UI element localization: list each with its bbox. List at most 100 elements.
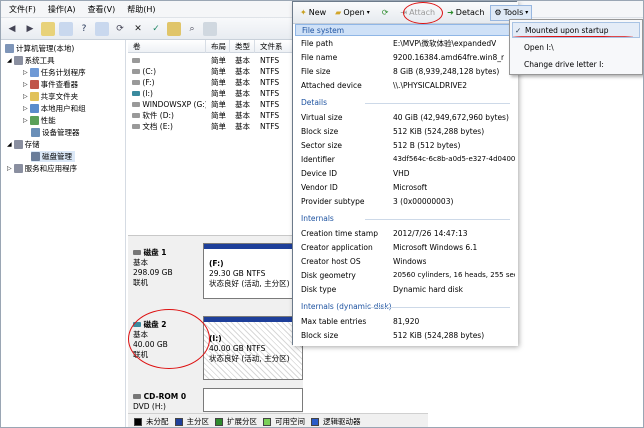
detach-button[interactable]: ➜ Detach — [444, 5, 487, 21]
cdrom-label[interactable]: CD-ROM 0 DVD (H:) — [133, 392, 203, 412]
tree-item-local-users[interactable]: ▷ 本地用户和组 — [23, 103, 86, 114]
volume-layout: 简单 — [211, 100, 226, 109]
open-button[interactable]: ▰ Open ▾ — [332, 5, 373, 21]
legend-logical: 逻辑驱动器 — [323, 417, 361, 426]
disk2-volume-i[interactable]: (I:) 40.00 GB NTFS 状态良好 (活动, 主分区) — [203, 316, 303, 380]
show-tree-icon[interactable] — [59, 21, 73, 36]
prop-label: Disk geometry — [301, 271, 356, 280]
volume-row[interactable]: WINDOWSXP (G:) 简单 基本 NTFS — [128, 100, 303, 110]
column-type[interactable]: 类型 — [230, 40, 255, 53]
volume-row[interactable]: (F:) 简单 基本 NTFS — [128, 78, 303, 88]
performance-icon — [29, 116, 39, 125]
volume-row[interactable]: 简单 基本 NTFS — [128, 56, 303, 66]
tree-system-tools[interactable]: ◢ 系统工具 — [7, 55, 55, 66]
legend-unallocated: 未分配 — [146, 417, 169, 426]
annotation-circle-disk2 — [128, 309, 210, 369]
computer-icon — [5, 44, 14, 53]
prop-label: Identifier — [301, 155, 335, 164]
up-folder-icon[interactable] — [41, 21, 55, 36]
prop-value: 20560 cylinders, 16 heads, 255 sectors — [393, 271, 515, 279]
new-icon: ✦ — [300, 8, 307, 17]
properties-icon[interactable] — [95, 21, 109, 36]
tree-item-shared-folders[interactable]: ▷ 共享文件夹 — [23, 91, 78, 102]
tree-disk-management[interactable]: 磁盘管理 — [31, 151, 75, 162]
tree-item-task-scheduler[interactable]: ▷ 任务计划程序 — [23, 67, 86, 78]
prop-value: 43df564c-6c8b-a0d5-e327-4d0400000000 — [393, 155, 515, 163]
check-icon[interactable]: ✓ — [149, 22, 163, 36]
refresh-icon[interactable]: ⟳ — [113, 22, 127, 36]
volume-row[interactable]: (I:) 简单 基本 NTFS — [128, 89, 303, 99]
open-icon[interactable] — [167, 21, 181, 36]
expand-icon: ▷ — [23, 105, 28, 112]
prop-value: 9200.16384.amd64fre.win8_r — [393, 53, 505, 62]
menu-action[interactable]: 操作(A) — [48, 4, 76, 15]
volume-type: 基本 — [235, 56, 250, 65]
help-icon[interactable]: ? — [77, 22, 91, 36]
volume-name: (F:) — [128, 78, 206, 88]
prop-label: Disk type — [301, 285, 337, 294]
prop-value: Microsoft Windows 6.1 — [393, 243, 478, 252]
volume-icon — [132, 91, 140, 96]
refresh-button[interactable]: ⟳ — [379, 5, 392, 21]
menu-help[interactable]: 帮助(H) — [127, 4, 155, 15]
volume-type: 基本 — [235, 111, 250, 120]
section-details: Details — [295, 97, 516, 109]
volume-name — [128, 56, 206, 66]
expand-icon: ▷ — [7, 165, 12, 172]
prop-label: Sector size — [301, 141, 343, 150]
prop-label: File size — [301, 67, 331, 76]
volume-letter: (I:) — [209, 334, 222, 343]
prop-label: Creator application — [301, 243, 373, 252]
prop-value: 512 KiB (524,288 bytes) — [393, 331, 485, 340]
menu-file[interactable]: 文件(F) — [9, 4, 36, 15]
prop-value: 81,920 — [393, 317, 420, 326]
storage-icon — [13, 140, 23, 149]
forward-icon[interactable]: ▶ — [23, 22, 37, 36]
prop-label: Virtual size — [301, 113, 343, 122]
prop-label: Block size — [301, 331, 339, 340]
expand-icon: ▷ — [23, 81, 28, 88]
back-icon[interactable]: ◀ — [5, 22, 19, 36]
tree-services[interactable]: ▷ 服务和应用程序 — [7, 163, 77, 174]
tree-item-event-viewer[interactable]: ▷ 事件查看器 — [23, 79, 78, 90]
prop-value: Windows — [393, 257, 427, 266]
cdrom-drive: DVD (H:) — [133, 402, 166, 411]
column-volume[interactable]: 卷 — [128, 40, 206, 53]
tree-storage[interactable]: ◢ 存储 — [7, 139, 40, 150]
detach-icon: ➜ — [447, 8, 454, 17]
vhd-properties-body: File system File path E:\MVP\微软体验\expande… — [293, 24, 518, 346]
menu-item-change-letter[interactable]: Change drive letter I: — [512, 57, 640, 73]
logical-swatch — [311, 417, 319, 426]
disk1-volume-f[interactable]: (F:) 29.30 GB NTFS 状态良好 (活动, 主分区) — [203, 243, 303, 299]
volume-status: 状态良好 (活动, 主分区) — [209, 354, 290, 363]
volume-row[interactable]: (C:) 简单 基本 NTFS — [128, 67, 303, 77]
tree-root[interactable]: 计算机管理(本地) — [5, 43, 74, 54]
extended-swatch — [215, 417, 223, 426]
search-icon[interactable]: ⌕ — [185, 22, 199, 36]
volume-layout: 简单 — [211, 122, 226, 131]
device-icon — [31, 128, 40, 137]
column-layout[interactable]: 布局 — [206, 40, 230, 53]
volume-row[interactable]: 软件 (D:) 简单 基本 NTFS — [128, 111, 303, 121]
cdrom-volume[interactable] — [203, 388, 303, 412]
legend-primary: 主分区 — [186, 417, 210, 426]
volume-type: 基本 — [235, 67, 250, 76]
volume-icon — [132, 113, 140, 118]
volume-list: 卷 布局 类型 文件系 简单 基本 NTFS (C:) 简单 基本 NTFS (F:) 简单… — [128, 40, 303, 235]
navigation-tree: 计算机管理(本地) ◢ 系统工具 ▷ 任务计划程序 ▷ 事件查看器 ▷ 共享文件夹 ▷ 本… — [1, 40, 126, 427]
menu-view[interactable]: 查看(V) — [88, 4, 116, 15]
prop-label: Max table entries — [301, 317, 367, 326]
prop-label: Creation time stamp — [301, 229, 378, 238]
volume-icon — [132, 58, 140, 63]
disk1-name: 磁盘 1 — [133, 248, 203, 258]
tree-item-performance[interactable]: ▷ 性能 — [23, 115, 56, 126]
volume-row[interactable]: 文档 (E:) 简单 基本 NTFS — [128, 122, 303, 132]
disk1-label[interactable]: 磁盘 1 基本 298.09 GB 联机 — [133, 248, 203, 288]
menu-item-open-drive[interactable]: Open I:\ — [512, 40, 640, 56]
new-button[interactable]: ✦ New — [297, 5, 329, 21]
event-icon — [29, 80, 39, 89]
tree-item-device-manager[interactable]: 设备管理器 — [31, 127, 80, 138]
view-icon[interactable] — [203, 21, 217, 36]
volume-name: (I:) — [128, 89, 206, 99]
delete-icon[interactable]: ✕ — [131, 22, 145, 36]
